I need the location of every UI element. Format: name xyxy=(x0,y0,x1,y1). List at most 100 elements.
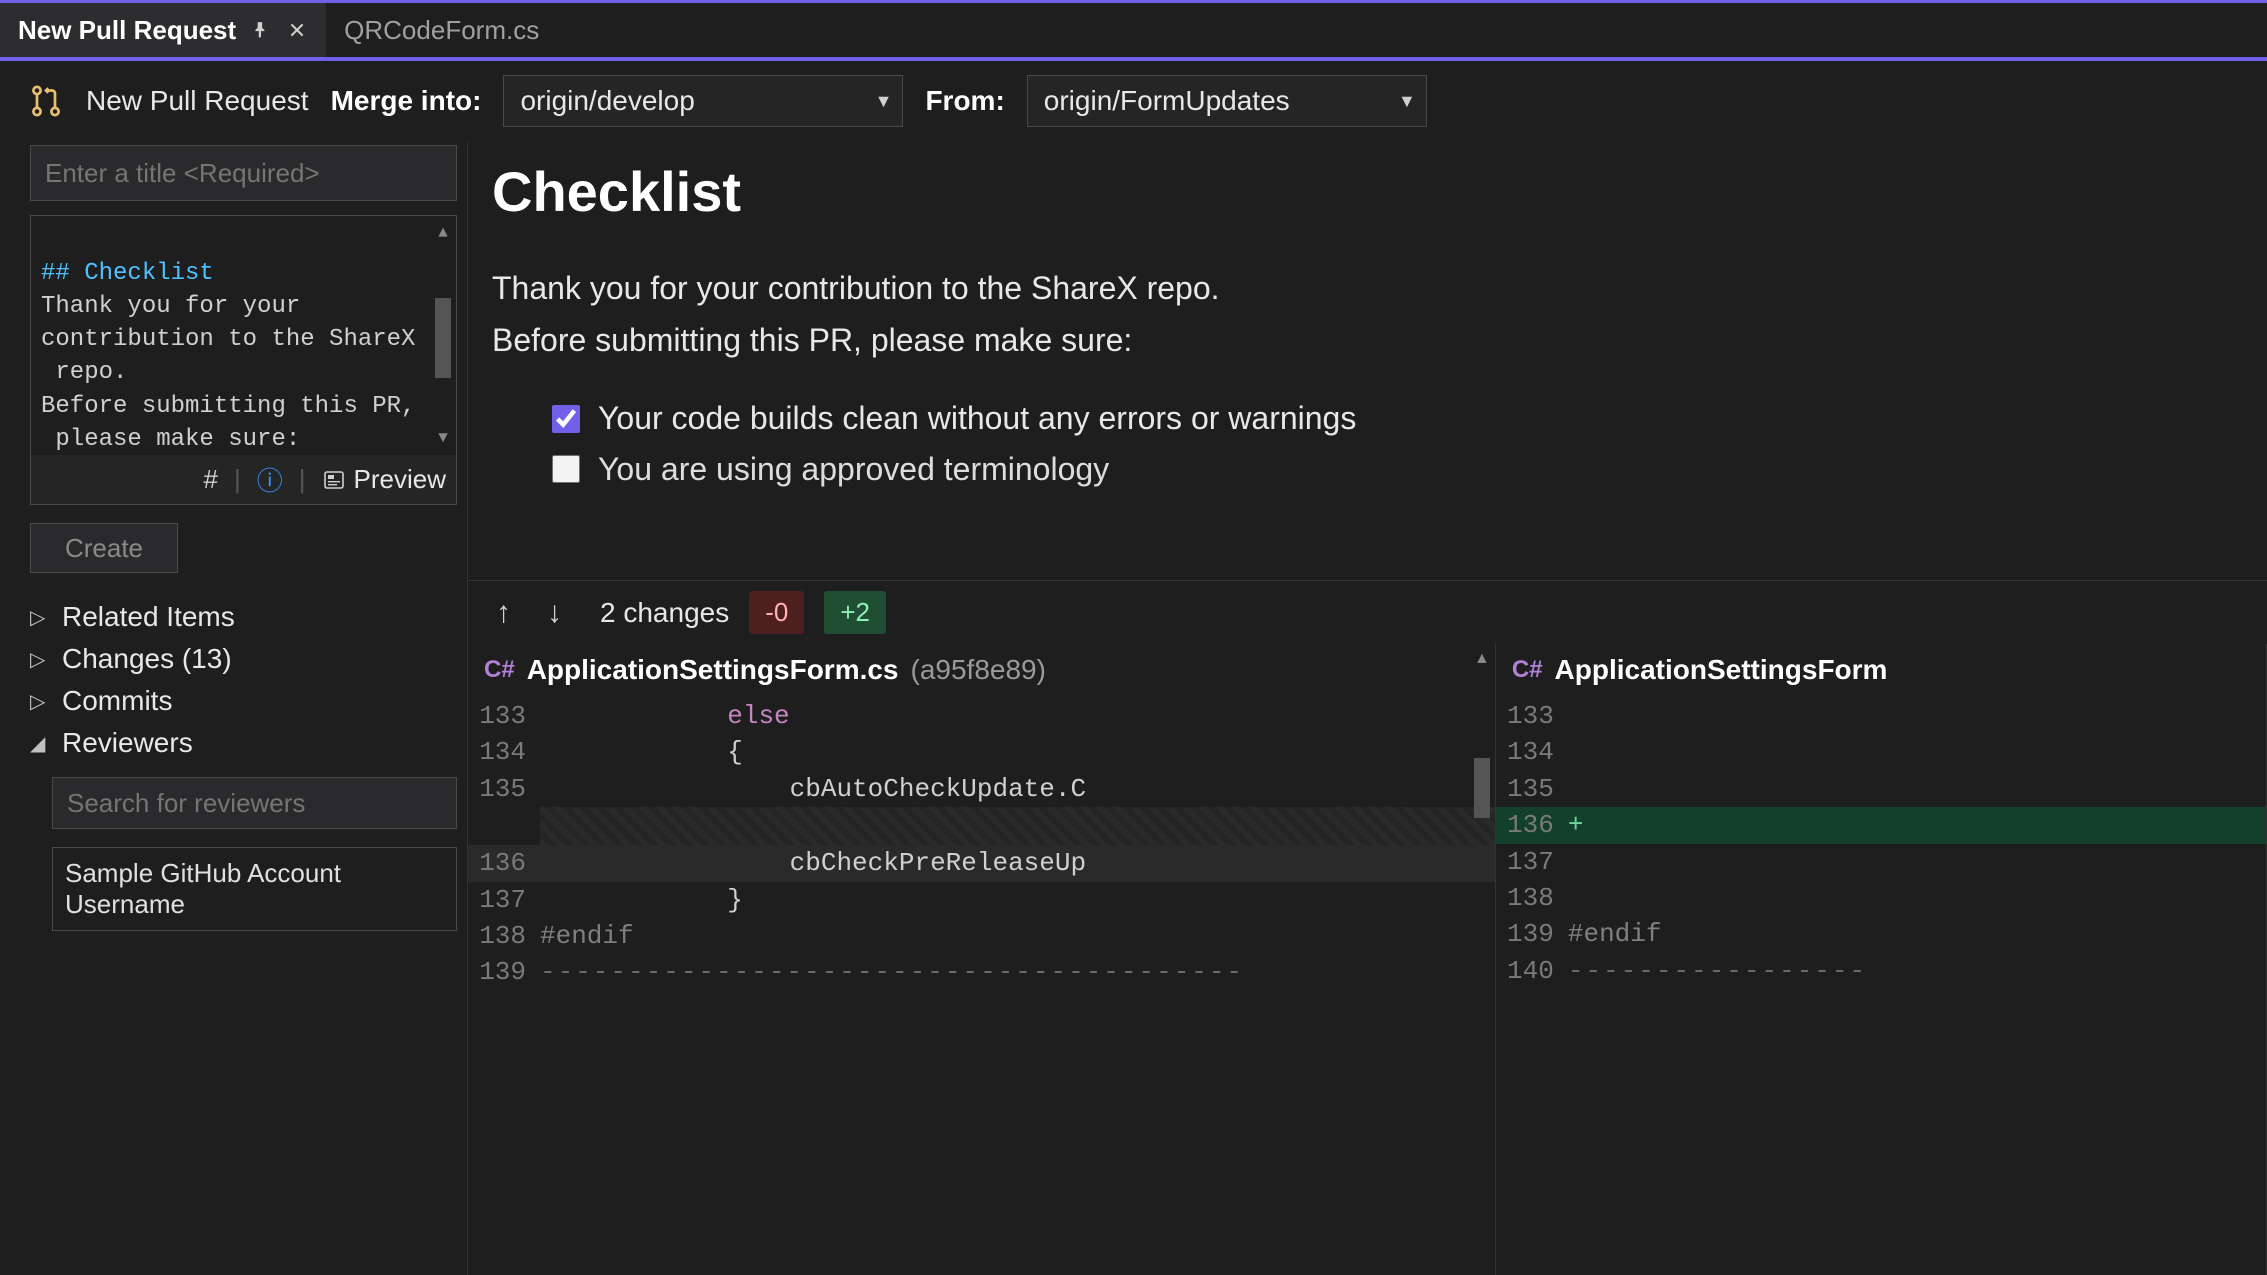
line-number: 136 xyxy=(1496,807,1568,843)
tree-related-items[interactable]: ▷ Related Items xyxy=(30,601,457,633)
code-text xyxy=(1568,880,2266,916)
chevron-down-icon: ▼ xyxy=(1398,91,1416,112)
toolbar-title: New Pull Request xyxy=(86,85,309,117)
code-line: 136 cbCheckPreReleaseUp xyxy=(468,845,1495,881)
code-line: 135 xyxy=(1496,771,2266,807)
line-number: 140 xyxy=(1496,953,1568,989)
code-line: 138 xyxy=(1496,880,2266,916)
code-text xyxy=(1568,771,2266,807)
chevron-right-icon: ▷ xyxy=(30,647,52,672)
preview-heading: Checklist xyxy=(492,159,2243,224)
diff-file-header: C# ApplicationSettingsForm xyxy=(1496,644,2266,696)
pr-title-input[interactable] xyxy=(30,145,457,201)
merge-into-combo[interactable]: origin/develop ▼ xyxy=(503,75,903,127)
from-label: From: xyxy=(925,85,1004,117)
code-text xyxy=(1568,844,2266,880)
diff-code-right[interactable]: 133134135136+137138139#endif140---------… xyxy=(1496,696,2266,989)
diff-view: C# ApplicationSettingsForm.cs (a95f8e89)… xyxy=(468,644,2267,1275)
code-line: 133 else xyxy=(468,698,1495,734)
tree-label: Changes (13) xyxy=(62,643,232,675)
line-number: 134 xyxy=(468,734,540,770)
line-number: 136 xyxy=(468,845,540,881)
description-scrollbar[interactable]: ▲ ▼ xyxy=(432,222,454,449)
desc-body: Thank you for your contribution to the S… xyxy=(41,293,415,455)
preview-toggle[interactable]: Preview xyxy=(322,464,446,495)
diff-scrollbar[interactable]: ▲ xyxy=(1471,650,1493,1269)
preview-label: Preview xyxy=(354,464,446,495)
separator: | xyxy=(299,464,306,495)
checkbox[interactable] xyxy=(552,455,580,483)
diff-gap-hatch xyxy=(540,807,1495,845)
merge-into-value: origin/develop xyxy=(520,85,694,117)
line-number: 135 xyxy=(1496,771,1568,807)
tree-changes[interactable]: ▷ Changes (13) xyxy=(30,643,457,675)
code-text: cbCheckPreReleaseUp xyxy=(540,845,1495,881)
checkbox[interactable] xyxy=(552,405,580,433)
code-line: 134 xyxy=(1496,734,2266,770)
line-number: 133 xyxy=(468,698,540,734)
code-text: #endif xyxy=(1568,916,2266,952)
tab-strip: New Pull Request QRCodeForm.cs xyxy=(0,3,2267,57)
line-number: 139 xyxy=(468,954,540,990)
code-text: #endif xyxy=(540,918,1495,954)
scroll-up-arrow-icon[interactable]: ▲ xyxy=(438,222,448,244)
code-text: else xyxy=(540,698,1495,734)
code-text: ---------------------------------------- xyxy=(540,954,1495,990)
diff-left-column: C# ApplicationSettingsForm.cs (a95f8e89)… xyxy=(468,644,1496,1275)
separator: | xyxy=(234,464,241,495)
markdown-preview: Checklist Thank you for your contributio… xyxy=(468,141,2267,581)
tree-commits[interactable]: ▷ Commits xyxy=(30,685,457,717)
reviewer-entry[interactable]: Sample GitHub Account Username xyxy=(52,847,457,931)
tab-label: QRCodeForm.cs xyxy=(344,15,539,46)
line-number: 134 xyxy=(1496,734,1568,770)
preview-paragraph: Thank you for your contribution to the S… xyxy=(492,264,2243,312)
code-line: 134 { xyxy=(468,734,1495,770)
chevron-right-icon: ▷ xyxy=(30,605,52,630)
line-number: 135 xyxy=(468,771,540,807)
scroll-thumb[interactable] xyxy=(435,298,451,378)
prev-change-arrow-icon[interactable]: ↑ xyxy=(488,592,519,634)
right-panel: Checklist Thank you for your contributio… xyxy=(468,141,2267,1275)
checklist-item[interactable]: You are using approved terminology xyxy=(492,449,2243,489)
code-line: 140----------------- xyxy=(1496,953,2266,989)
code-line: 133 xyxy=(1496,698,2266,734)
code-line: 139-------------------------------------… xyxy=(468,954,1495,990)
diff-file-name: ApplicationSettingsForm xyxy=(1555,654,1888,686)
tab-label: New Pull Request xyxy=(18,15,236,46)
code-text: ----------------- xyxy=(1568,953,2266,989)
info-icon[interactable]: ⓘ xyxy=(257,461,283,498)
code-text: } xyxy=(540,882,1495,918)
close-icon[interactable] xyxy=(286,19,308,41)
pr-description-textarea[interactable]: ## Checklist Thank you for your contribu… xyxy=(31,216,456,455)
scroll-thumb[interactable] xyxy=(1474,758,1490,818)
diff-right-column: C# ApplicationSettingsForm 133134135136+… xyxy=(1496,644,2267,1275)
pr-description-box: ## Checklist Thank you for your contribu… xyxy=(30,215,457,505)
reviewer-search-input[interactable] xyxy=(52,777,457,829)
code-line: 137 xyxy=(1496,844,2266,880)
tree-reviewers[interactable]: ◢ Reviewers xyxy=(30,727,457,759)
pin-icon[interactable] xyxy=(250,19,272,41)
tab-qrcodeform[interactable]: QRCodeForm.cs xyxy=(326,3,557,57)
tree-label: Related Items xyxy=(62,601,235,633)
line-number: 137 xyxy=(1496,844,1568,880)
create-button[interactable]: Create xyxy=(30,523,178,573)
tab-new-pull-request[interactable]: New Pull Request xyxy=(0,3,326,57)
diff-nav-bar: ↑ ↓ 2 changes -0 +2 xyxy=(468,581,2267,644)
scroll-down-arrow-icon[interactable]: ▼ xyxy=(438,427,448,449)
line-number: 139 xyxy=(1496,916,1568,952)
chevron-down-icon: ▼ xyxy=(875,91,893,112)
chevron-down-icon: ◢ xyxy=(30,731,52,756)
checklist-item[interactable]: Your code builds clean without any error… xyxy=(492,400,2243,437)
csharp-icon: C# xyxy=(484,656,515,684)
tree-label: Commits xyxy=(62,685,172,717)
code-line: 138#endif xyxy=(468,918,1495,954)
diff-file-hash: (a95f8e89) xyxy=(911,654,1046,686)
diff-code-left[interactable]: 133 else134 {135 cbAutoCheckUpdate.C 136 … xyxy=(468,696,1495,991)
merge-into-label: Merge into: xyxy=(331,85,482,117)
mention-hash-icon[interactable]: # xyxy=(204,464,218,495)
next-change-arrow-icon[interactable]: ↓ xyxy=(539,592,570,634)
chevron-right-icon: ▷ xyxy=(30,689,52,714)
from-combo[interactable]: origin/FormUpdates ▼ xyxy=(1027,75,1427,127)
code-text: cbAutoCheckUpdate.C xyxy=(540,771,1495,807)
scroll-up-arrow-icon[interactable]: ▲ xyxy=(1474,650,1490,668)
